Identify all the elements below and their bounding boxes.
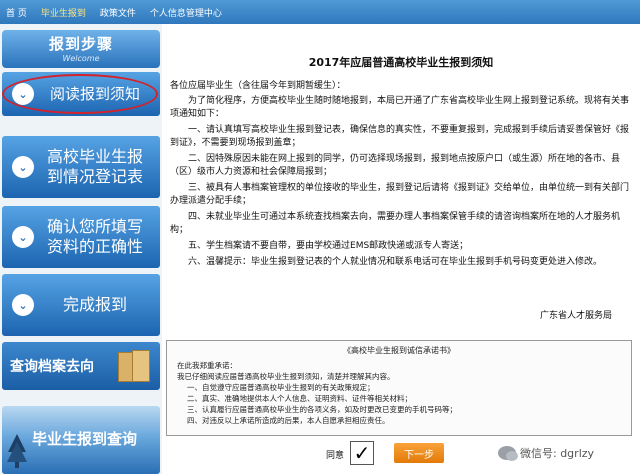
notice-paragraph: 五、学生档案请不要自带，要由学校通过EMS邮政快递或派专人寄送； bbox=[188, 241, 469, 251]
pledge-box[interactable]: 《高校毕业生报到诚信承诺书》 在此我郑重承诺： 我已仔细阅读应届普通高校毕业生报… bbox=[166, 340, 632, 436]
step-confirm-info[interactable]: ⌄ 确认您所填写 资料的正确性 bbox=[2, 206, 160, 268]
step-confirm-info-line2: 资料的正确性 bbox=[46, 237, 143, 256]
chevron-down-icon: ⌄ bbox=[12, 226, 34, 248]
notice-salutation: 各位应届毕业生（含往届今年到期暂缓生）： bbox=[170, 81, 346, 91]
pledge-item: 四、对违反以上承诺所造成的后果，本人自愿承担相应责任。 bbox=[187, 416, 390, 425]
notice-paragraph: 为了简化程序，方便高校毕业生随时随地报到，本局已开通了广东省高校毕业生网上报到登… bbox=[170, 96, 630, 119]
steps-header: 报到步骤 Welcome bbox=[2, 30, 160, 68]
notice-paragraph: 一、请认真填写高校毕业生报到登记表，确保信息的真实性，不要重复报到，完成报到手续… bbox=[170, 125, 630, 148]
step-complete-report-label: 完成报到 bbox=[62, 295, 127, 314]
query-report-button[interactable]: 毕业生报到查询 bbox=[2, 406, 160, 474]
step-confirm-info-label: 确认您所填写 资料的正确性 bbox=[34, 217, 160, 257]
pledge-item: 三、认真履行应届普通高校毕业生的各项义务，如及时更改已变更的手机号码等； bbox=[187, 405, 457, 414]
notice-title: 2017年应届普通高校毕业生报到须知 bbox=[308, 56, 494, 69]
chevron-down-icon: ⌄ bbox=[12, 294, 34, 316]
wechat-icon bbox=[498, 446, 518, 461]
step-registration-form-label: 高校毕业生报 到情况登记表 bbox=[34, 147, 160, 187]
steps-header-subtitle: Welcome bbox=[62, 54, 100, 63]
step-complete-report[interactable]: ⌄ 完成报到 bbox=[2, 274, 160, 336]
pledge-intro: 在此我郑重承诺： bbox=[177, 361, 237, 370]
step-registration-form[interactable]: ⌄ 高校毕业生报 到情况登记表 bbox=[2, 136, 160, 198]
notice-paragraph: 四、未就业毕业生可通过本系统查找档案去向，需要办理人事档案保管手续的请咨询档案所… bbox=[170, 212, 621, 235]
step-read-notice[interactable]: ⌄ 阅读报到须知 bbox=[2, 72, 160, 116]
step-registration-form-line2: 到情况登记表 bbox=[46, 167, 143, 186]
chevron-down-icon: ⌄ bbox=[12, 156, 34, 178]
pledge-intro: 我已仔细阅读应届普通高校毕业生报到须知，清楚并理解其内容。 bbox=[177, 372, 395, 381]
agree-label: 同意 bbox=[326, 451, 345, 461]
notice-paragraph: 六、温馨提示：毕业生报到登记表的个人就业情况和联系电话可在毕业生报到手机号码变更… bbox=[188, 257, 603, 267]
top-nav: 首 页 毕业生报到 政策文件 个人信息管理中心 bbox=[0, 0, 640, 24]
next-step-button[interactable]: 下一步 bbox=[394, 443, 444, 463]
nav-graduate-report[interactable]: 毕业生报到 bbox=[41, 6, 86, 19]
step-read-notice-label: 阅读报到须知 bbox=[49, 85, 140, 103]
nav-policy-docs[interactable]: 政策文件 bbox=[100, 6, 136, 19]
wechat-watermark: 微信号: dgrlzy bbox=[498, 445, 594, 461]
pledge-item: 一、自觉遵守应届普通高校毕业生报到的有关政策规定； bbox=[187, 383, 375, 392]
query-archive-label: 查询档案去向 bbox=[10, 359, 94, 375]
pledge-item: 二、真实、准确地提供本人个人信息、证明资料、证件等相关材料； bbox=[187, 394, 412, 403]
notice-signature: 广东省人才服务局 bbox=[539, 311, 612, 321]
step-registration-form-line1: 高校毕业生报 bbox=[46, 147, 143, 166]
notice-panel: 2017年应届普通高校毕业生报到须知 各位应届毕业生（含往届今年到期暂缓生）： … bbox=[162, 24, 640, 338]
folder-icon bbox=[118, 348, 152, 384]
sidebar: 报到步骤 Welcome ⌄ 阅读报到须知 ⌄ 高校毕业生报 到情况登记表 ⌄ … bbox=[0, 24, 162, 474]
page: 首 页 毕业生报到 政策文件 个人信息管理中心 报到步骤 Welcome ⌄ 阅… bbox=[0, 0, 640, 474]
notice-paragraph: 二、因特殊原因未能在网上报到的同学，仍可选择现场报到，报到地点按原户口（或生源）… bbox=[170, 154, 621, 177]
tree-icon bbox=[7, 434, 27, 468]
query-archive-button[interactable]: 查询档案去向 bbox=[2, 342, 160, 390]
agree-checkbox[interactable]: ✓ bbox=[350, 441, 374, 465]
wechat-id: 微信号: dgrlzy bbox=[520, 447, 595, 460]
nav-home[interactable]: 首 页 bbox=[6, 6, 27, 19]
steps-header-title: 报到步骤 bbox=[48, 35, 113, 53]
nav-personal-center[interactable]: 个人信息管理中心 bbox=[150, 6, 222, 19]
step-confirm-info-line1: 确认您所填写 bbox=[46, 217, 143, 236]
notice-paragraph: 三、被具有人事档案管理权的单位接收的毕业生，报到登记后请将《报到证》交给单位，由… bbox=[170, 183, 630, 206]
pledge-title: 《高校毕业生报到诚信承诺书》 bbox=[343, 346, 455, 355]
chevron-down-icon: ⌄ bbox=[12, 83, 34, 105]
query-report-label: 毕业生报到查询 bbox=[32, 430, 138, 448]
